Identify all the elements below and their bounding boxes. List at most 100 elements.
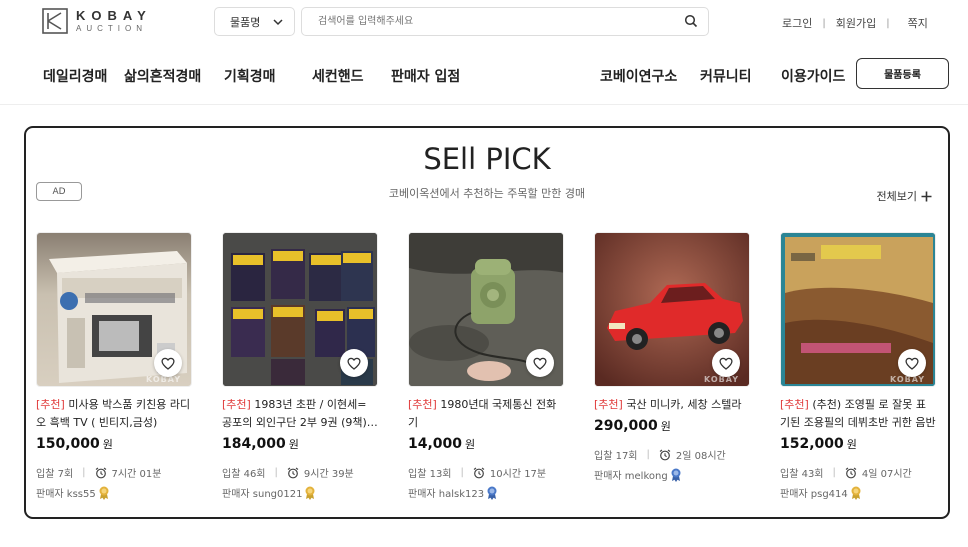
item-price: 184,000 원 xyxy=(222,436,378,452)
seller-info[interactable]: 판매자 melkong xyxy=(594,467,750,482)
price-value: 184,000 xyxy=(222,436,286,452)
seller-info[interactable]: 판매자 sung0121 xyxy=(222,485,378,500)
price-value: 14,000 xyxy=(408,436,463,452)
price-unit: 원 xyxy=(102,438,113,451)
recommend-tag: [추천] xyxy=(594,398,623,411)
seller-info[interactable]: 판매자 psg414 xyxy=(780,485,936,500)
logo-text-kobay: KOBAY xyxy=(76,8,152,23)
seller-name: 판매자 psg414 xyxy=(780,489,848,500)
seller-info[interactable]: 판매자 kss55 xyxy=(36,485,192,500)
nav-special-auction[interactable]: 기획경매 xyxy=(224,66,276,86)
heart-icon xyxy=(533,357,547,370)
bid-meta: 입찰 7회 | 7시간 01분 xyxy=(36,465,192,480)
logo-text-auction: AUCTION xyxy=(76,24,147,33)
seller-name: 판매자 halsk123 xyxy=(408,489,485,500)
divider: | xyxy=(460,467,464,478)
item-price: 150,000 원 xyxy=(36,436,192,452)
wishlist-button[interactable] xyxy=(154,349,182,377)
view-all-link[interactable]: 전체보기 xyxy=(877,188,932,204)
blue-badge-icon xyxy=(487,486,497,500)
divider: | xyxy=(274,467,278,478)
header-divider xyxy=(0,104,968,105)
auction-card[interactable]: KOBAY [추천] 국산 미니카, 세창 스텔라 290,000 원 입찰 17… xyxy=(594,232,750,482)
search-icon[interactable] xyxy=(684,14,698,28)
bid-count: 입찰 17회 xyxy=(594,451,638,462)
bid-meta: 입찰 13회 | 10시간 17분 xyxy=(408,465,564,480)
nav-seller-entry[interactable]: 판매자 입점 xyxy=(391,66,460,86)
price-unit: 원 xyxy=(660,420,671,433)
wishlist-button[interactable] xyxy=(340,349,368,377)
bid-count: 입찰 46회 xyxy=(222,469,266,480)
recommend-tag: [추천] xyxy=(36,398,65,411)
seller-name: 판매자 sung0121 xyxy=(222,489,303,500)
chevron-down-icon xyxy=(273,19,283,26)
nav-community[interactable]: 커뮤니티 xyxy=(700,66,752,86)
divider: | xyxy=(822,17,826,29)
item-thumbnail[interactable]: KOBAY xyxy=(780,232,936,387)
nav-daily-auction[interactable]: 데일리경매 xyxy=(43,66,107,86)
item-thumbnail[interactable]: KOBAY xyxy=(594,232,750,387)
item-price: 152,000 원 xyxy=(780,436,936,452)
time-left: 2일 08시간 xyxy=(675,451,726,462)
price-unit: 원 xyxy=(288,438,299,451)
time-left: 4일 07시간 xyxy=(861,469,912,480)
wishlist-button[interactable] xyxy=(898,349,926,377)
divider: | xyxy=(832,467,836,478)
item-title[interactable]: [추천] 1980년대 국제통신 전화기 xyxy=(408,396,564,432)
divider: | xyxy=(82,467,86,478)
auction-card[interactable]: KOBAY [추천] 미사용 박스품 키친용 라디오 흑백 TV ( 빈티지,금… xyxy=(36,232,192,500)
nav-kobay-lab[interactable]: 코베이연구소 xyxy=(600,66,677,86)
search-category-value: 물품명 xyxy=(230,15,261,29)
item-title[interactable]: [추천] 1983년 초판 / 이현세= 공포의 외인구단 2부 9권 (9책)… xyxy=(222,396,378,432)
price-value: 152,000 xyxy=(780,436,844,452)
search-category-select[interactable]: 물품명 xyxy=(214,7,295,36)
item-title[interactable]: [추천] (추천) 조영필 로 잘못 표기된 조용필의 데뷔초반 귀한 음반 xyxy=(780,396,936,432)
time-left: 10시간 17분 xyxy=(489,469,547,480)
recommend-tag: [추천] xyxy=(780,398,809,411)
item-title[interactable]: [추천] 미사용 박스품 키친용 라디오 흑백 TV ( 빈티지,금성) xyxy=(36,396,192,432)
sell-pick-panel: SEll PICK AD 코베이옥션에서 추천하는 주목할 만한 경매 전체보기… xyxy=(24,126,950,519)
register-item-button[interactable]: 물품등록 xyxy=(856,58,949,89)
divider: | xyxy=(646,449,650,460)
auction-card[interactable]: KOBAY [추천] (추천) 조영필 로 잘못 표기된 조용필의 데뷔초반 귀… xyxy=(780,232,936,500)
search-input[interactable] xyxy=(302,8,662,35)
top-bar: KOBAY AUCTION 물품명 로그인 | 회원가입 | 쪽지 xyxy=(0,0,968,48)
gold-badge-icon xyxy=(851,486,861,500)
wishlist-button[interactable] xyxy=(712,349,740,377)
login-link[interactable]: 로그인 xyxy=(782,15,812,31)
seller-name: 판매자 kss55 xyxy=(36,489,96,500)
logo-mark-icon xyxy=(42,8,68,34)
auction-card[interactable]: [추천] 1983년 초판 / 이현세= 공포의 외인구단 2부 9권 (9책)… xyxy=(222,232,378,500)
gold-badge-icon xyxy=(99,486,109,500)
item-thumbnail[interactable] xyxy=(408,232,564,387)
view-all-label: 전체보기 xyxy=(876,190,917,203)
alarm-clock-icon xyxy=(287,467,299,478)
nav-usage-guide[interactable]: 이용가이드 xyxy=(781,66,845,86)
plus-icon xyxy=(921,191,932,201)
divider: | xyxy=(886,17,890,29)
search-box xyxy=(301,7,709,36)
alarm-clock-icon xyxy=(473,467,485,478)
gold-badge-icon xyxy=(305,486,315,500)
alarm-clock-icon xyxy=(95,467,106,478)
seller-info[interactable]: 판매자 halsk123 xyxy=(408,485,564,500)
signup-link[interactable]: 회원가입 xyxy=(836,15,876,31)
item-price: 14,000 원 xyxy=(408,436,564,452)
nav-life-traces-auction[interactable]: 삶의흔적경매 xyxy=(124,66,201,86)
blue-badge-icon xyxy=(671,468,681,482)
auction-card[interactable]: [추천] 1980년대 국제통신 전화기 14,000 원 입찰 13회 | 10시… xyxy=(408,232,564,500)
bid-count: 입찰 13회 xyxy=(408,469,452,480)
section-title: SEll PICK xyxy=(423,142,551,176)
item-title-text: 국산 미니카, 세창 스텔라 xyxy=(622,398,742,411)
wishlist-button[interactable] xyxy=(526,349,554,377)
item-thumbnail[interactable]: KOBAY xyxy=(36,232,192,387)
bid-count: 입찰 43회 xyxy=(780,469,824,480)
price-value: 150,000 xyxy=(36,436,100,452)
heart-icon xyxy=(905,357,919,370)
time-left: 7시간 01분 xyxy=(111,469,162,480)
item-thumbnail[interactable] xyxy=(222,232,378,387)
nav-secondhand[interactable]: 세컨핸드 xyxy=(312,66,364,86)
notes-link[interactable]: 쪽지 xyxy=(908,15,928,31)
section-subtitle: 코베이옥션에서 추천하는 주목할 만한 경매 xyxy=(388,187,586,200)
kobay-logo[interactable]: KOBAY AUCTION xyxy=(42,8,152,34)
